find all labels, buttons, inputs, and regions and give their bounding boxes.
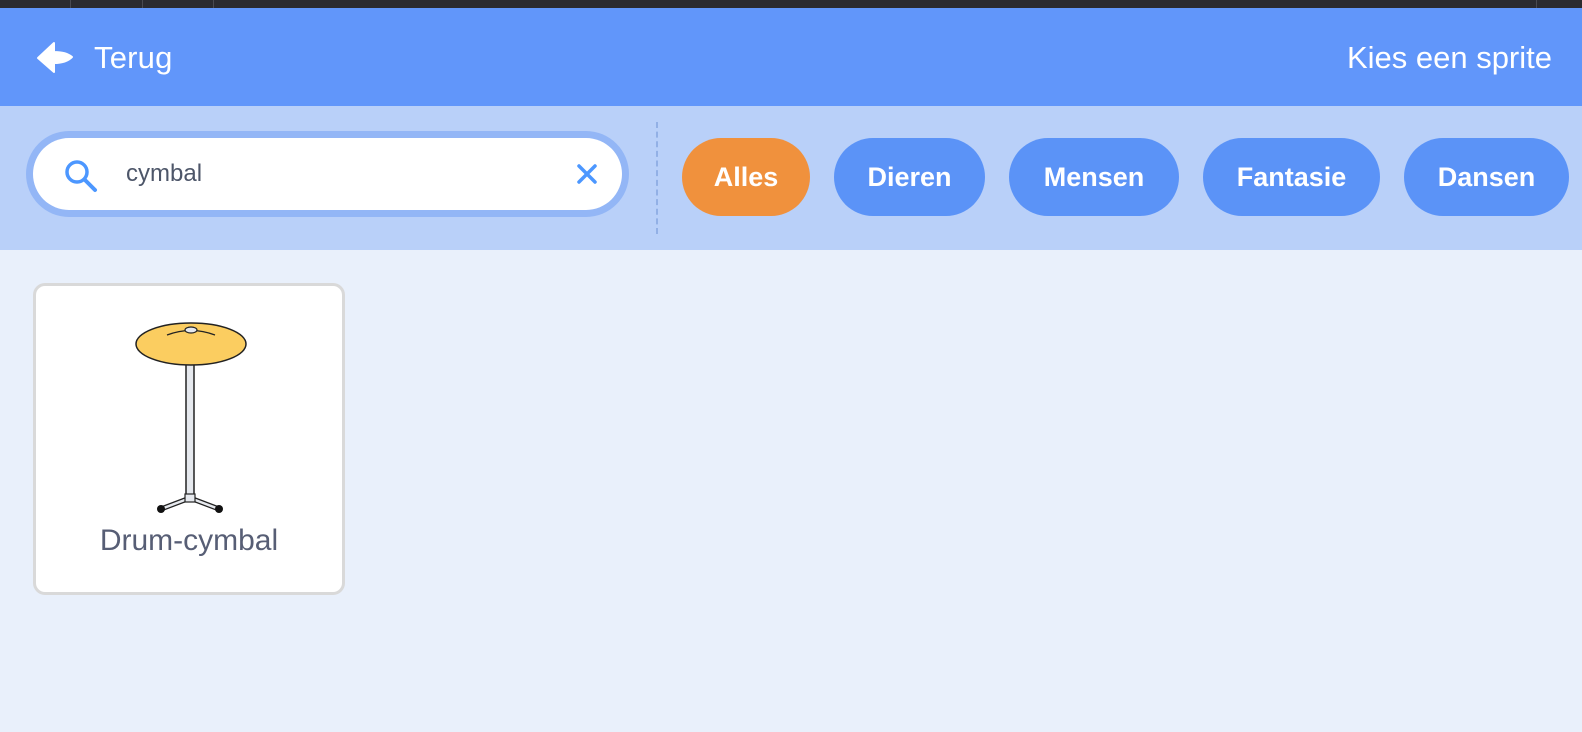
back-label: Terug [94,40,173,75]
strip-divider [142,0,143,8]
close-icon[interactable] [576,163,598,190]
back-button[interactable]: Terug [36,38,173,78]
category-dance[interactable]: Dansen [1404,138,1569,216]
sprite-name: Drum-cymbal [99,524,279,557]
cymbal-icon [131,318,251,523]
category-people[interactable]: Mensen [1009,138,1179,216]
category-fantasy[interactable]: Fantasie [1203,138,1380,216]
sprite-grid: Drum-cymbal [0,250,1582,732]
category-all[interactable]: Alles [682,138,810,216]
search-box [26,131,629,217]
strip-divider [1536,0,1537,8]
filter-bar: Alles Dieren Mensen Fantasie Dansen [0,106,1582,250]
filter-divider [656,122,658,234]
library-header: Terug Kies een sprite [0,8,1582,106]
sprite-item[interactable]: Drum-cymbal [33,283,345,595]
search-icon [63,158,99,199]
strip-divider [70,0,71,8]
search-input[interactable] [126,154,546,194]
category-animals[interactable]: Dieren [834,138,985,216]
strip-divider [213,0,214,8]
search-field[interactable] [33,138,622,210]
page-title: Kies een sprite [1346,40,1552,75]
window-top-strip [0,0,1582,8]
back-arrow-icon [36,41,74,75]
